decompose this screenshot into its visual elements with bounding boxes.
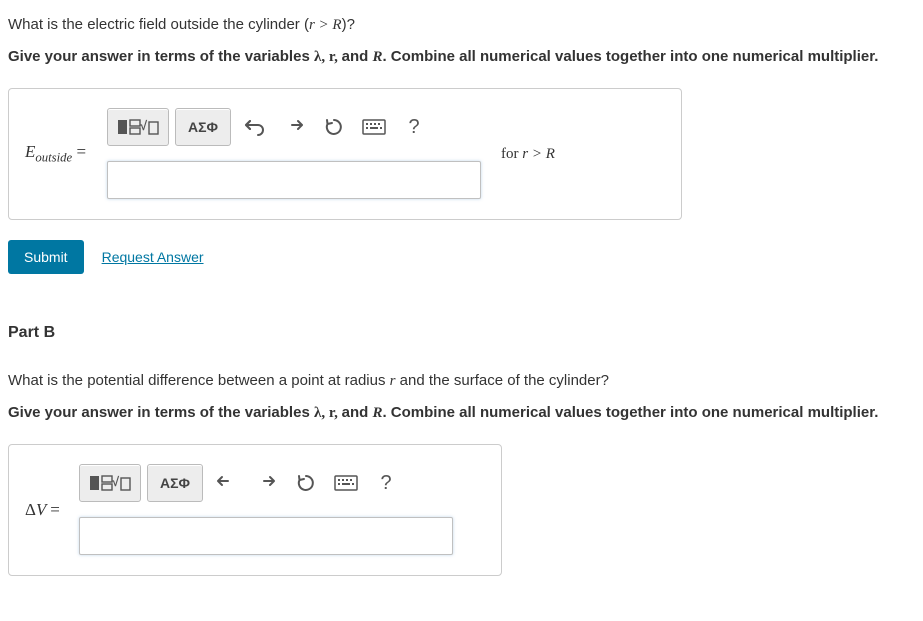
greek-button[interactable]: ΑΣΦ — [175, 108, 231, 146]
answer-input[interactable] — [79, 517, 453, 555]
input-stack: √ ΑΣΦ ? — [79, 465, 453, 555]
text: Give your answer in terms of the variabl… — [8, 404, 314, 421]
text: for — [501, 146, 522, 162]
text: What is the electric field outside the c… — [8, 16, 309, 33]
undo-button[interactable] — [209, 465, 243, 501]
part-b-instruction: Give your answer in terms of the variabl… — [8, 402, 915, 424]
var-R: R — [372, 49, 382, 65]
equation-toolbar: √ ΑΣΦ ? — [79, 465, 453, 501]
subscript: outside — [35, 151, 72, 165]
condition: r > R — [309, 17, 342, 33]
part-b-question: What is the potential difference between… — [8, 370, 915, 392]
keyboard-button[interactable] — [357, 109, 391, 145]
text: . Combine all numerical values together … — [382, 48, 878, 65]
svg-text:√: √ — [112, 474, 120, 489]
input-stack: √ ΑΣΦ ? — [107, 109, 481, 199]
request-answer-link[interactable]: Request Answer — [102, 249, 204, 265]
E-symbol: E — [25, 142, 35, 161]
answer-suffix: for r > R — [501, 146, 555, 163]
vars: λ, r, — [314, 49, 342, 65]
help-button[interactable]: ? — [397, 109, 431, 145]
keyboard-button[interactable] — [329, 465, 363, 501]
answer-input[interactable] — [107, 161, 481, 199]
submit-button[interactable]: Submit — [8, 240, 84, 274]
svg-text:√: √ — [140, 118, 148, 133]
part-b-answer-box: ΔV = √ ΑΣΦ — [8, 444, 502, 576]
text: )? — [342, 16, 355, 33]
text: Give your answer in terms of the variabl… — [8, 48, 314, 65]
part-b-header: Part B — [8, 324, 915, 342]
reset-button[interactable] — [289, 465, 323, 501]
part-a-instruction: Give your answer in terms of the variabl… — [8, 46, 915, 68]
answer-prefix: Eoutside = — [25, 142, 93, 165]
equation-toolbar: √ ΑΣΦ ? — [107, 109, 481, 145]
greek-button[interactable]: ΑΣΦ — [147, 464, 203, 502]
part-a-question: What is the electric field outside the c… — [8, 14, 915, 36]
redo-button[interactable] — [277, 109, 311, 145]
text: and — [342, 404, 373, 421]
text: and — [342, 48, 373, 65]
var-R: R — [372, 405, 382, 421]
answer-prefix: ΔV = — [25, 500, 65, 520]
templates-button[interactable]: √ — [79, 464, 141, 502]
help-button[interactable]: ? — [369, 465, 403, 501]
vars: λ, r, — [314, 405, 342, 421]
part-a-actions: Submit Request Answer — [8, 240, 915, 274]
redo-button[interactable] — [249, 465, 283, 501]
equals: = — [72, 142, 86, 161]
undo-button[interactable] — [237, 109, 271, 145]
text: . Combine all numerical values together … — [382, 404, 878, 421]
templates-button[interactable]: √ — [107, 108, 169, 146]
condition: r > R — [522, 146, 555, 162]
reset-button[interactable] — [317, 109, 351, 145]
part-a-answer-box: Eoutside = √ ΑΣΦ — [8, 88, 682, 220]
